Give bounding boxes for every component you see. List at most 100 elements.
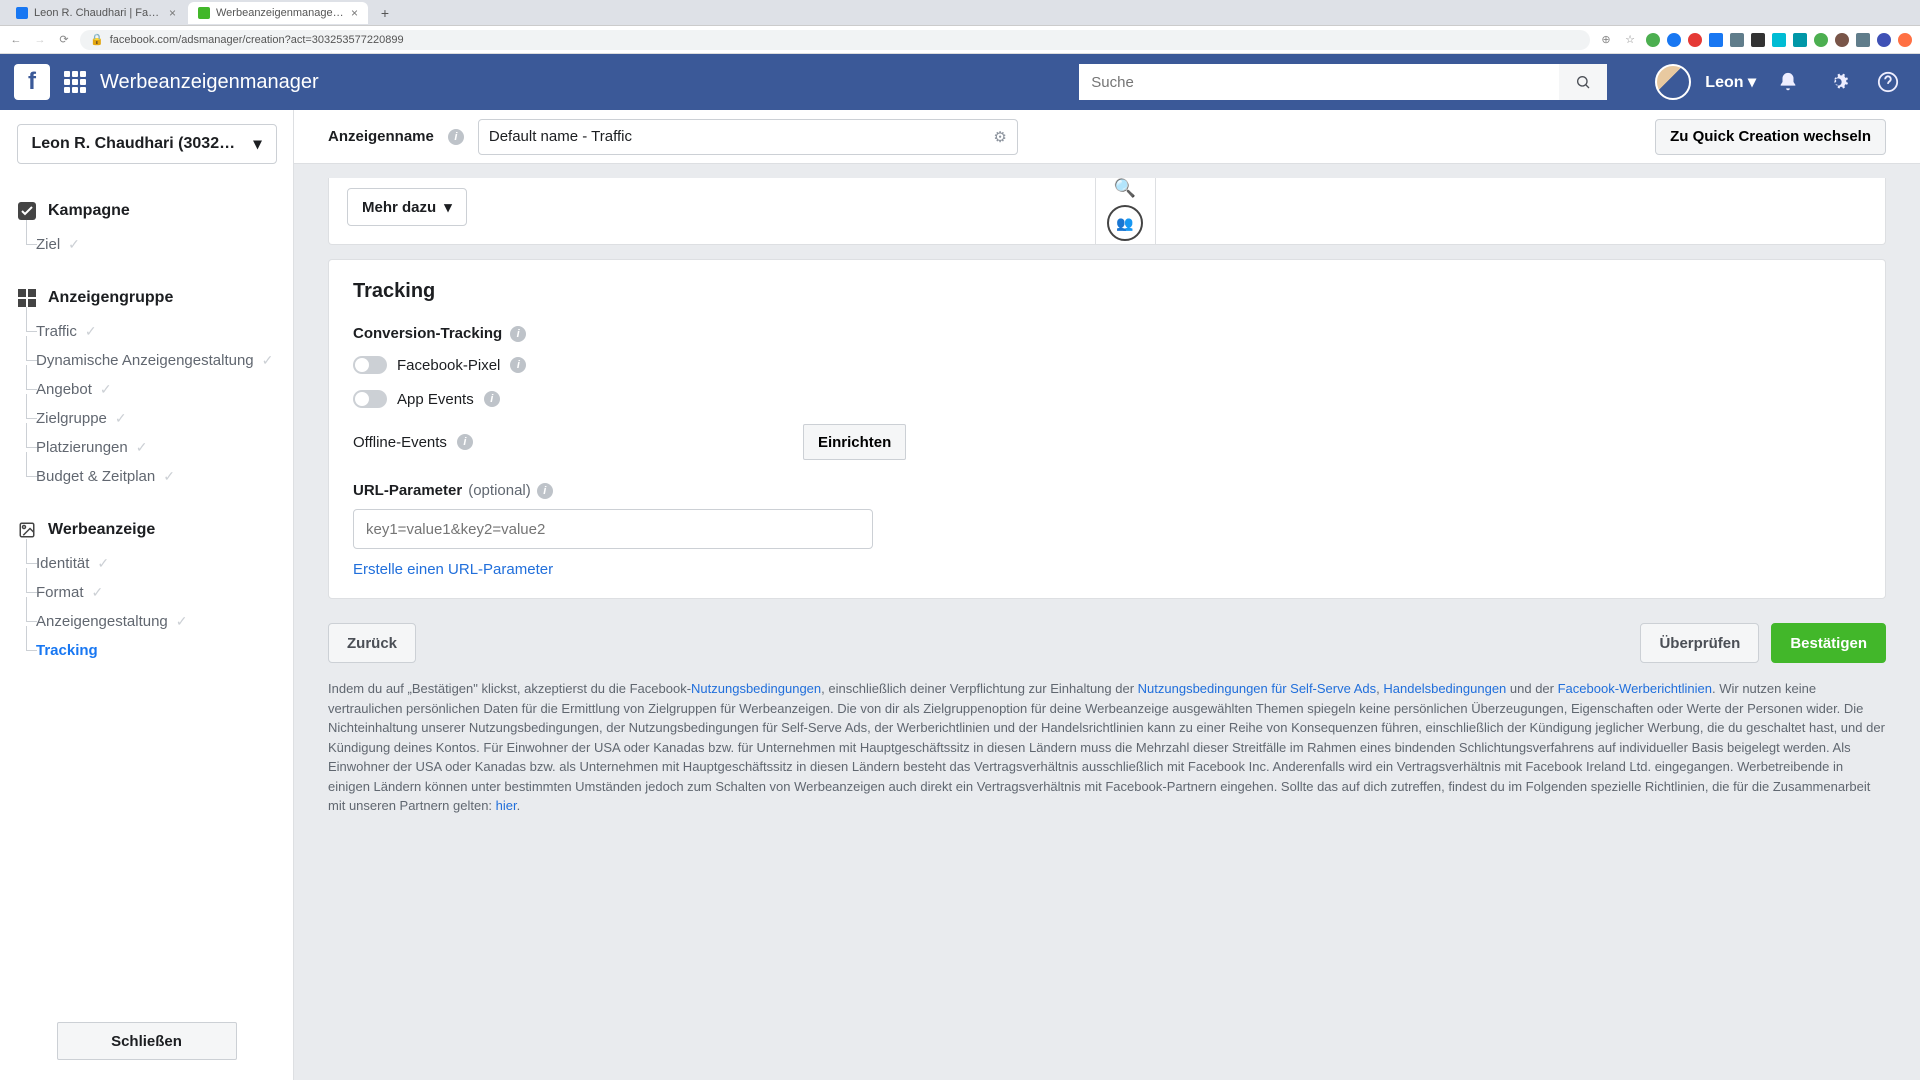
nav-sub-label: Traffic <box>36 323 77 340</box>
scroll-area[interactable]: Mehr dazu ▾ 🔍 👥 Tracking Conversion-Trac… <box>294 164 1920 1080</box>
url-param-label: URL-Parameter (optional) i <box>353 482 1861 499</box>
url-param-input[interactable] <box>353 509 873 549</box>
ad-name-input[interactable]: Default name - Traffic ⚙ <box>478 119 1018 155</box>
nav-sub-label: Format <box>36 584 84 601</box>
search-button[interactable] <box>1559 64 1607 100</box>
nav-sub-audience[interactable]: Zielgruppe✓ <box>0 404 293 433</box>
info-icon[interactable]: i <box>537 483 553 499</box>
info-icon[interactable]: i <box>510 357 526 373</box>
extension-icon[interactable] <box>1772 33 1786 47</box>
close-button[interactable]: Schließen <box>57 1022 237 1060</box>
review-button[interactable]: Überprüfen <box>1640 623 1759 663</box>
nav-sub-identity[interactable]: Identität ✓ <box>0 549 293 578</box>
here-link[interactable]: hier <box>496 798 517 813</box>
ad-name-label: Anzeigenname <box>328 128 434 145</box>
adpolicy-link[interactable]: Facebook-Werberichtlinien <box>1558 681 1712 696</box>
avatar[interactable] <box>1655 64 1691 100</box>
close-icon[interactable]: × <box>169 6 176 20</box>
zoom-icon[interactable]: 🔍 <box>1114 178 1136 199</box>
zoom-icon[interactable]: ⊕ <box>1598 33 1614 46</box>
nav-adset[interactable]: Anzeigengruppe <box>0 279 293 317</box>
facebook-logo[interactable]: f <box>14 64 50 100</box>
check-icon: ✓ <box>97 555 109 572</box>
address-bar[interactable]: 🔒 facebook.com/adsmanager/creation?act=3… <box>80 30 1590 50</box>
extension-icon[interactable] <box>1835 33 1849 47</box>
extension-icon[interactable] <box>1814 33 1828 47</box>
back-button[interactable]: Zurück <box>328 623 416 663</box>
tos-link[interactable]: Nutzungsbedingungen <box>691 681 821 696</box>
chevron-down-icon: ▾ <box>444 198 452 216</box>
commercial-link[interactable]: Handelsbedingungen <box>1383 681 1506 696</box>
nav-label: Anzeigengruppe <box>48 289 173 307</box>
star-icon[interactable]: ☆ <box>1622 33 1638 46</box>
account-label: Leon R. Chaudhari (3032… <box>32 135 236 153</box>
nav-sub-dynamic[interactable]: Dynamische Anzeigengestaltung✓ <box>0 346 293 375</box>
optional-text: (optional) <box>468 482 531 499</box>
nav-sub-creative[interactable]: Anzeigengestaltung ✓ <box>0 607 293 636</box>
extension-icon[interactable] <box>1856 33 1870 47</box>
extension-icon[interactable] <box>1793 33 1807 47</box>
info-icon[interactable]: i <box>484 391 500 407</box>
browser-tab[interactable]: Leon R. Chaudhari | Facebook × <box>6 2 186 24</box>
nav-sub-label: Identität <box>36 555 89 572</box>
info-icon[interactable]: i <box>457 434 473 450</box>
check-icon: ✓ <box>163 468 175 485</box>
extension-icon[interactable] <box>1667 33 1681 47</box>
user-name-label: Leon <box>1705 74 1743 91</box>
nav-sub-label: Budget & Zeitplan <box>36 468 155 485</box>
extension-icon[interactable] <box>1751 33 1765 47</box>
nav-sub-tracking[interactable]: Tracking <box>0 636 293 665</box>
apps-grid-icon[interactable] <box>64 71 86 93</box>
nav-sub-label: Anzeigengestaltung <box>36 613 168 630</box>
pixel-row: Facebook-Pixel i <box>353 356 1861 374</box>
extension-icon[interactable] <box>1898 33 1912 47</box>
check-icon: ✓ <box>176 613 188 630</box>
nav-sub-ziel[interactable]: Ziel ✓ <box>0 230 293 259</box>
nav-ad[interactable]: Werbeanzeige <box>0 511 293 549</box>
nav-sub-offer[interactable]: Angebot✓ <box>0 375 293 404</box>
extension-icon[interactable] <box>1709 33 1723 47</box>
nav-sub-label: Angebot <box>36 381 92 398</box>
info-icon[interactable]: i <box>510 326 526 342</box>
account-selector[interactable]: Leon R. Chaudhari (3032… ▾ <box>17 124 277 164</box>
setup-button[interactable]: Einrichten <box>803 424 906 460</box>
nav-sub-placements[interactable]: Platzierungen✓ <box>0 433 293 462</box>
settings-icon[interactable] <box>1820 64 1856 100</box>
content-area: Anzeigenname i Default name - Traffic ⚙ … <box>294 110 1920 1080</box>
nav-campaign[interactable]: Kampagne <box>0 192 293 230</box>
label-text: URL-Parameter <box>353 482 462 499</box>
notifications-icon[interactable] <box>1770 64 1806 100</box>
tab-label: Werbeanzeigenmanager - Cre… <box>216 7 345 19</box>
extension-icon[interactable] <box>1730 33 1744 47</box>
footer-buttons: Zurück Überprüfen Bestätigen <box>328 623 1886 663</box>
app-events-toggle[interactable] <box>353 390 387 408</box>
quick-creation-button[interactable]: Zu Quick Creation wechseln <box>1655 119 1886 155</box>
nav-sub-budget[interactable]: Budget & Zeitplan ✓ <box>0 462 293 491</box>
cta-dropdown[interactable]: Mehr dazu ▾ <box>347 188 467 226</box>
back-icon[interactable]: ← <box>8 34 24 46</box>
nav-sub-traffic[interactable]: Traffic✓ <box>0 317 293 346</box>
new-tab-button[interactable]: + <box>374 2 396 24</box>
url-builder-link[interactable]: Erstelle einen URL-Parameter <box>353 561 553 578</box>
browser-tab-active[interactable]: Werbeanzeigenmanager - Cre… × <box>188 2 368 24</box>
sidebar: Leon R. Chaudhari (3032… ▾ Kampagne Ziel… <box>0 110 294 1080</box>
offline-events-row: Offline-Events i Einrichten <box>353 424 1861 460</box>
info-icon[interactable]: i <box>448 129 464 145</box>
help-icon[interactable] <box>1870 64 1906 100</box>
nav-label: Kampagne <box>48 202 130 220</box>
nav-section-ad: Werbeanzeige Identität✓ Format✓ Anzeigen… <box>0 501 293 675</box>
pixel-toggle[interactable] <box>353 356 387 374</box>
gear-icon[interactable]: ⚙ <box>993 128 1006 146</box>
extension-icon[interactable] <box>1646 33 1660 47</box>
forward-icon[interactable]: → <box>32 34 48 46</box>
close-icon[interactable]: × <box>351 6 358 20</box>
people-icon[interactable]: 👥 <box>1107 205 1143 241</box>
nav-sub-format[interactable]: Format✓ <box>0 578 293 607</box>
reload-icon[interactable]: ⟳ <box>56 33 72 46</box>
extension-icon[interactable] <box>1688 33 1702 47</box>
search-input[interactable] <box>1079 64 1559 100</box>
extension-icon[interactable] <box>1877 33 1891 47</box>
confirm-button[interactable]: Bestätigen <box>1771 623 1886 663</box>
selfserve-link[interactable]: Nutzungsbedingungen für Self-Serve Ads <box>1138 681 1377 696</box>
user-menu[interactable]: Leon ▾ <box>1705 72 1756 92</box>
